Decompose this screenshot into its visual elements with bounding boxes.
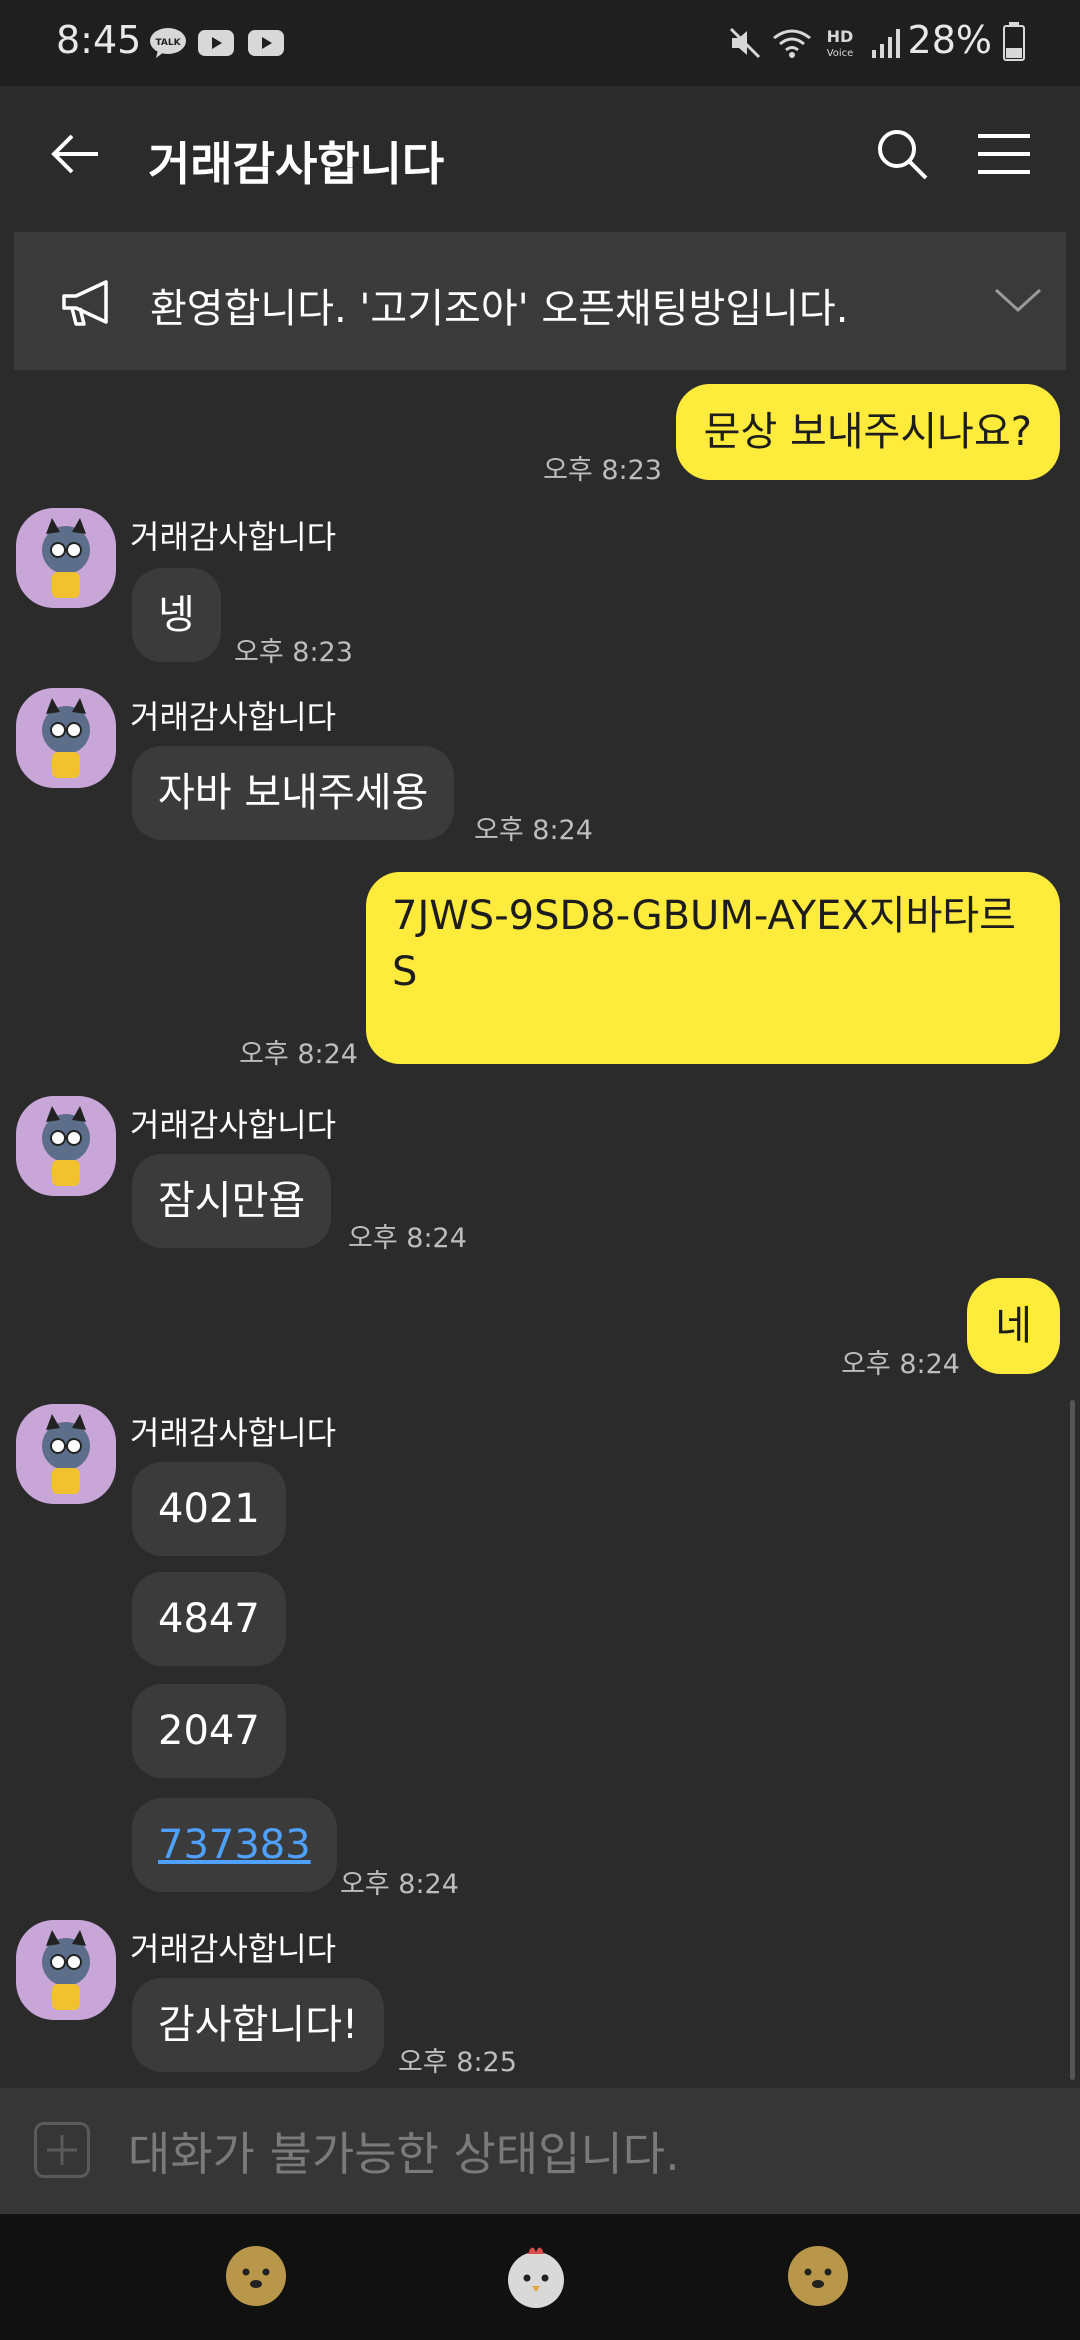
chat-title: 거래감사합니다 [148, 137, 445, 191]
chicken-emoticon-icon[interactable] [500, 2238, 572, 2310]
back-arrow-icon[interactable] [44, 122, 108, 186]
incoming-message-bubble[interactable]: 넹 [132, 568, 221, 662]
notice-banner[interactable]: 환영합니다. '고기조아' 오픈채팅방입니다. [14, 232, 1066, 370]
incoming-message-bubble[interactable]: 2047 [132, 1684, 286, 1778]
message-text: 2047 [158, 1708, 260, 1754]
incoming-message-bubble[interactable]: 4847 [132, 1572, 286, 1666]
avatar[interactable] [16, 508, 116, 608]
chevron-down-icon[interactable] [990, 280, 1046, 320]
cat-character-avatar-icon [42, 698, 90, 778]
avatar[interactable] [16, 1920, 116, 2020]
sender-name: 거래감사합니다 [130, 1930, 337, 1968]
incoming-message-bubble[interactable]: 737383 [132, 1798, 337, 1892]
input-bar: 대화가 불가능한 상태입니다. [0, 2088, 1080, 2214]
emoticon-bar [0, 2214, 1080, 2340]
message-text: 4021 [158, 1486, 260, 1532]
message-time: 오후 8:24 [474, 815, 593, 846]
cat-character-avatar-icon [42, 518, 90, 598]
message-time: 오후 8:25 [398, 2047, 517, 2078]
cat-character-avatar-icon [42, 1930, 90, 2010]
avatar[interactable] [16, 1096, 116, 1196]
incoming-message-bubble[interactable]: 자바 보내주세용 [132, 746, 455, 840]
message-text: 넹 [158, 592, 195, 638]
message-text: 문상 보내주시나요? [703, 409, 1032, 455]
outgoing-message-bubble[interactable]: 네 [967, 1278, 1060, 1374]
avatar[interactable] [16, 688, 116, 788]
status-bar: 8:45 TALK HD Voice 28% [0, 0, 1080, 86]
status-time: 8:45 [56, 18, 142, 62]
chat-header: 거래감사합니다 [0, 86, 1080, 232]
sender-name: 거래감사합니다 [130, 698, 337, 736]
search-icon[interactable] [870, 122, 934, 186]
message-text-line-1: 7JWS-9SD8-GBUM-AYEX지바타르 [392, 893, 1016, 939]
message-time: 오후 8:23 [234, 637, 353, 668]
talk-notification-icon: TALK [150, 28, 186, 58]
wifi-icon [773, 29, 811, 58]
message-text: 네 [995, 1303, 1032, 1349]
message-text: 잠시만욥 [158, 1178, 306, 1224]
message-time: 오후 8:24 [239, 1039, 358, 1070]
message-time: 오후 8:24 [348, 1223, 467, 1254]
battery-icon [1003, 22, 1025, 61]
message-time: 오후 8:24 [841, 1349, 960, 1380]
svg-text:Voice: Voice [827, 48, 854, 59]
incoming-message-bubble[interactable]: 감사합니다! [132, 1978, 385, 2072]
avatar[interactable] [16, 1404, 116, 1504]
emoticon-face-icon[interactable] [782, 2238, 854, 2310]
megaphone-icon [62, 280, 108, 326]
svg-text:HD: HD [827, 27, 854, 46]
sender-name: 거래감사합니다 [130, 1106, 337, 1144]
cat-character-avatar-icon [42, 1414, 90, 1494]
incoming-message-bubble[interactable]: 잠시만욥 [132, 1154, 332, 1248]
message-text: 감사합니다! [158, 2002, 359, 2048]
message-text: 4847 [158, 1596, 260, 1642]
outgoing-message-bubble[interactable]: 문상 보내주시나요? [675, 384, 1060, 480]
incoming-message-bubble[interactable]: 4021 [132, 1462, 286, 1556]
sender-name: 거래감사합니다 [130, 518, 337, 556]
youtube-notification-icon-2 [248, 30, 284, 56]
emoticon-face-icon[interactable] [220, 2238, 292, 2310]
cat-character-avatar-icon [42, 1106, 90, 1186]
svg-text:TALK: TALK [155, 38, 181, 48]
message-link[interactable]: 737383 [158, 1817, 311, 1873]
sender-name: 거래감사합니다 [130, 1414, 337, 1452]
menu-icon[interactable] [972, 122, 1036, 186]
scrollbar[interactable] [1070, 1400, 1075, 2080]
disabled-input-text: 대화가 불가능한 상태입니다. [128, 2127, 680, 2181]
signal-icon [872, 29, 900, 58]
message-time: 오후 8:24 [340, 1869, 459, 1900]
battery-percentage: 28% [907, 18, 992, 62]
message-time: 오후 8:23 [543, 455, 662, 486]
message-text: 자바 보내주세용 [158, 770, 429, 816]
outgoing-message-bubble[interactable]: 7JWS-9SD8-GBUM-AYEX지바타르 S [366, 872, 1060, 1064]
notice-text: 환영합니다. '고기조아' 오픈채팅방입니다. [150, 286, 849, 332]
hd-voice-icon: HD Voice [827, 27, 854, 59]
mute-icon [729, 27, 761, 59]
plus-icon [34, 2122, 90, 2178]
youtube-notification-icon [198, 30, 234, 56]
message-text-line-2: S [392, 949, 418, 995]
